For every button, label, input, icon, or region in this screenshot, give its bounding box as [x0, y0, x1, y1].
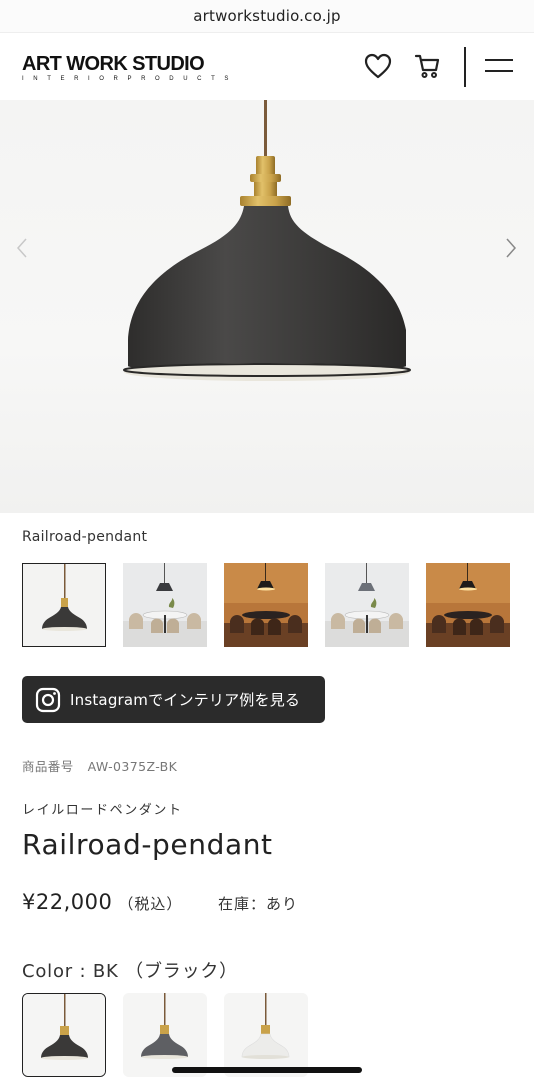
- home-indicator[interactable]: [172, 1067, 362, 1073]
- thumbnail-dining-4[interactable]: [426, 563, 510, 647]
- thumbnail-dining-1[interactable]: [123, 563, 207, 647]
- pendant-thumbnail-image: [23, 564, 105, 646]
- product-sku: 商品番号 AW-0375Z-BK: [22, 756, 177, 775]
- stock-status: 在庫：あり: [218, 895, 299, 913]
- instagram-examples-button[interactable]: Instagramでインテリア例を見る: [22, 676, 325, 723]
- heart-icon: [364, 53, 392, 79]
- price-value: ¥22,000: [22, 890, 113, 914]
- header-divider: [464, 47, 466, 87]
- product-name-jp: レイルロードペンダント: [22, 803, 183, 818]
- dining-room-warm-thumbnail-image-2: [426, 563, 510, 647]
- thumbnail-pendant[interactable]: [22, 563, 106, 647]
- thumbnail-dining-3[interactable]: [325, 563, 409, 647]
- instagram-icon: [35, 687, 61, 712]
- product-price: ¥22,000 （税込）: [22, 890, 182, 914]
- cart-icon: [414, 54, 440, 78]
- url-bar[interactable]: artworkstudio.co.jp: [0, 0, 534, 32]
- chevron-left-icon: [16, 238, 27, 258]
- gallery-prev-button[interactable]: [14, 235, 30, 261]
- gallery-next-button[interactable]: [503, 235, 519, 261]
- logo-wordmark: ART WORK STUDIO: [22, 53, 205, 75]
- menu-icon: [485, 59, 513, 72]
- dining-room-thumbnail-image-2: [325, 563, 409, 647]
- gallery-thumbnails: [22, 563, 512, 648]
- gray-lamp-swatch-image: [123, 993, 207, 1077]
- white-lamp-swatch-image: [224, 993, 308, 1077]
- color-label: Color : BK （ブラック）: [22, 961, 238, 982]
- cart-button[interactable]: [412, 51, 442, 81]
- sku-label: 商品番号: [22, 759, 74, 774]
- instagram-button-label: Instagramでインテリア例を見る: [70, 691, 301, 709]
- site-header: ART WORK STUDIO INTERIORPRODUCTS: [0, 32, 534, 100]
- menu-button[interactable]: [484, 51, 514, 81]
- pendant-lamp-image: [123, 100, 411, 381]
- url-text: artworkstudio.co.jp: [193, 7, 341, 25]
- swatch-black[interactable]: [22, 993, 106, 1077]
- chevron-right-icon: [506, 238, 517, 258]
- black-lamp-swatch-image: [23, 994, 105, 1076]
- favorite-button[interactable]: [363, 51, 393, 81]
- swatch-gray[interactable]: [123, 993, 207, 1077]
- product-hero-image[interactable]: [0, 100, 534, 513]
- logo-tagline: INTERIORPRODUCTS: [22, 76, 238, 82]
- thumbnail-dining-2[interactable]: [224, 563, 308, 647]
- sku-value: AW-0375Z-BK: [87, 759, 178, 774]
- dining-room-warm-thumbnail-image: [224, 563, 308, 647]
- brand-logo[interactable]: ART WORK STUDIO INTERIORPRODUCTS: [22, 53, 238, 83]
- gallery-label: Railroad-pendant: [22, 529, 148, 545]
- tax-note: （税込）: [118, 895, 183, 913]
- product-title: Railroad-pendant: [22, 828, 273, 861]
- dining-room-thumbnail-image: [123, 563, 207, 647]
- swatch-white[interactable]: [224, 993, 308, 1077]
